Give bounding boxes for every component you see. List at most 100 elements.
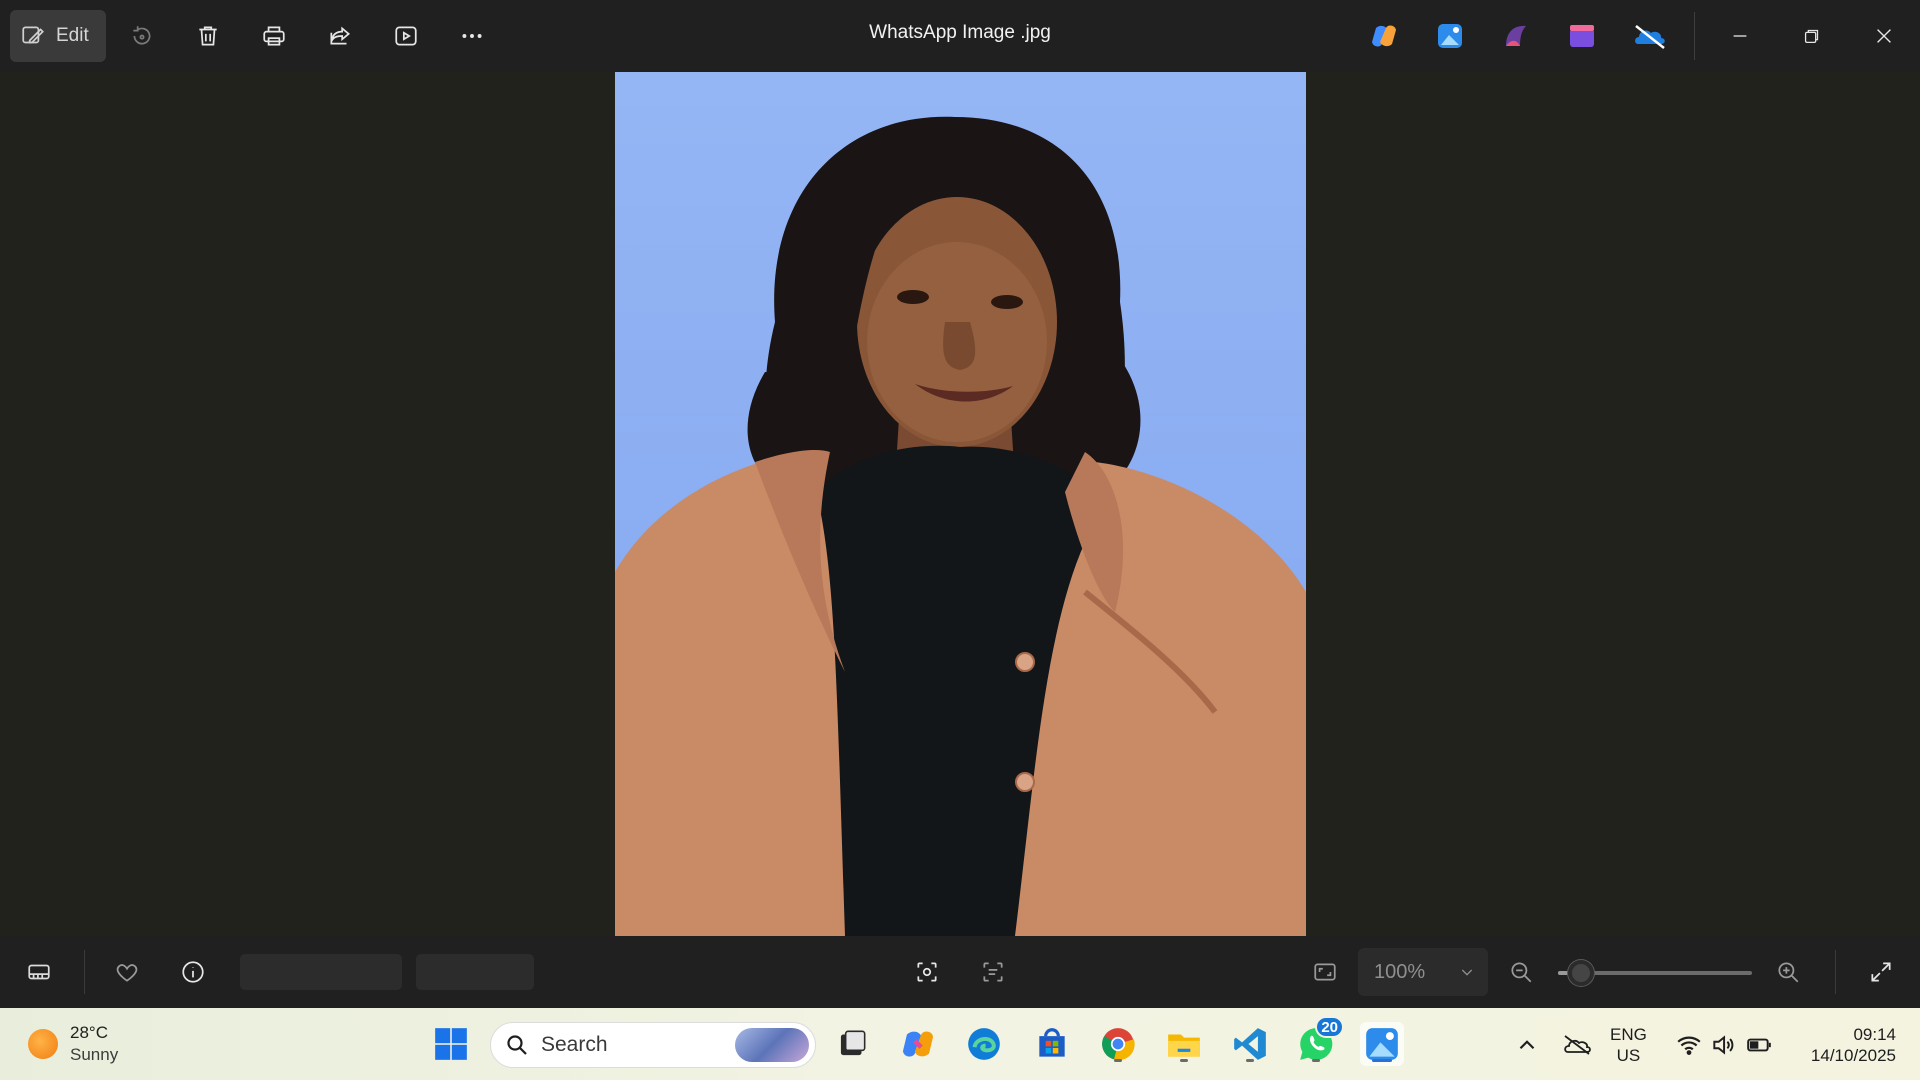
favorite-icon (116, 964, 138, 982)
zoom-slider-thumb[interactable] (1568, 960, 1595, 986)
filmstrip-button[interactable] (17, 950, 61, 994)
share-button[interactable] (318, 10, 362, 62)
running-indicator (1246, 1059, 1254, 1062)
volume-button[interactable] (1710, 1032, 1736, 1058)
minimize-icon (1733, 35, 1747, 37)
portrait-illustration (615, 116, 1306, 936)
input-language-indicator[interactable]: ENG US (1610, 1024, 1647, 1066)
battery-button[interactable] (1746, 1032, 1772, 1058)
info-button[interactable] (171, 950, 215, 994)
chrome-icon (1102, 1028, 1135, 1061)
fit-to-window-button[interactable] (1303, 950, 1347, 994)
more-icon (462, 34, 482, 38)
copilot-app-button[interactable] (1368, 20, 1400, 52)
notification-badge: 20 (1315, 1016, 1344, 1038)
weather-temperature: 28°C (70, 1023, 108, 1042)
onedrive-tray-button[interactable] (1562, 1032, 1592, 1058)
title-bar: Edit WhatsApp Image .jpg (0, 0, 1920, 72)
clock-time: 09:14 (1853, 1025, 1896, 1044)
running-indicator (1180, 1059, 1188, 1062)
edit-icon (22, 26, 44, 44)
visual-search-button[interactable] (905, 950, 949, 994)
zoom-out-button[interactable] (1499, 950, 1543, 994)
clock-date: 14/10/2025 (1810, 1046, 1896, 1065)
slideshow-button[interactable] (384, 10, 428, 62)
taskbar: 28°C Sunny Search 20 ENG US 09:14 14/10/… (0, 1008, 1920, 1080)
delete-button[interactable] (186, 10, 230, 62)
running-indicator (1114, 1059, 1122, 1062)
fullscreen-button[interactable] (1859, 950, 1903, 994)
search-icon (507, 1035, 527, 1055)
window-title: WhatsApp Image .jpg (869, 22, 1051, 43)
show-hidden-icons-button[interactable] (1514, 1032, 1540, 1058)
slideshow-icon (395, 26, 417, 46)
photos-icon (1438, 24, 1462, 48)
rotate-button[interactable] (120, 10, 164, 62)
store-button[interactable] (1030, 1022, 1074, 1066)
onedrive-icon (1635, 25, 1665, 49)
edge-icon (968, 1028, 1000, 1060)
print-button[interactable] (252, 10, 296, 62)
volume-icon (1713, 1035, 1734, 1055)
taskbar-search[interactable]: Search (490, 1022, 816, 1068)
placeholder-pill (416, 954, 534, 990)
favorite-button[interactable] (105, 950, 149, 994)
vscode-icon (1234, 1028, 1266, 1060)
whatsapp-button[interactable]: 20 (1294, 1016, 1344, 1066)
zoom-level-select[interactable]: 100% (1358, 948, 1488, 996)
zoom-in-button[interactable] (1766, 950, 1810, 994)
start-icon (435, 1028, 467, 1060)
text-scan-icon (983, 962, 1003, 982)
zoom-slider[interactable] (1558, 960, 1752, 986)
photos-taskbar-button[interactable] (1360, 1022, 1404, 1066)
bottom-toolbar: 100% (0, 936, 1920, 1008)
portrait-photo (615, 72, 1306, 936)
fullscreen-icon (1871, 962, 1891, 982)
active-indicator (1372, 1059, 1392, 1062)
photos-app-button[interactable] (1434, 20, 1466, 52)
copilot-icon (902, 1031, 934, 1057)
search-placeholder: Search (541, 1033, 608, 1056)
onedrive-app-button[interactable] (1632, 20, 1668, 52)
wifi-icon (1677, 1036, 1701, 1055)
delete-icon (199, 26, 217, 46)
edge-button[interactable] (962, 1022, 1006, 1066)
zoom-level-value: 100% (1374, 960, 1426, 983)
share-icon (330, 26, 351, 45)
copilot-taskbar-button[interactable] (896, 1022, 940, 1066)
vscode-button[interactable] (1228, 1022, 1272, 1066)
image-canvas[interactable] (0, 72, 1920, 936)
minimize-button[interactable] (1710, 10, 1770, 62)
language-code: ENG (1610, 1025, 1647, 1044)
edit-label: Edit (56, 25, 89, 46)
filmstrip-icon (28, 964, 50, 980)
file-explorer-button[interactable] (1162, 1022, 1206, 1066)
more-button[interactable] (450, 10, 494, 62)
text-scan-button[interactable] (971, 950, 1015, 994)
close-button[interactable] (1854, 10, 1914, 62)
video-editor-app-button[interactable] (1566, 20, 1598, 52)
chrome-button[interactable] (1096, 1022, 1140, 1066)
copilot-icon (1372, 25, 1396, 47)
system-clock[interactable]: 09:14 14/10/2025 (1790, 1024, 1896, 1066)
network-button[interactable] (1676, 1032, 1702, 1058)
clipchamp-icon (1506, 25, 1526, 46)
file-explorer-icon (1168, 1034, 1200, 1057)
battery-icon (1747, 1038, 1771, 1052)
restore-button[interactable] (1782, 10, 1842, 62)
clipchamp-app-button[interactable] (1500, 20, 1532, 52)
rotate-icon (133, 26, 151, 45)
sun-icon (28, 1029, 58, 1059)
task-view-icon (840, 1030, 866, 1056)
chevron-up-icon (1519, 1040, 1535, 1050)
edit-button[interactable]: Edit (10, 10, 106, 62)
start-button[interactable] (429, 1022, 473, 1066)
onedrive-tray-icon (1564, 1035, 1591, 1055)
title-separator (1694, 12, 1695, 60)
zoom-in-icon (1778, 962, 1799, 983)
task-view-button[interactable] (830, 1022, 874, 1066)
weather-widget[interactable]: 28°C Sunny (28, 1022, 118, 1066)
store-icon (1039, 1028, 1065, 1057)
restore-icon (1804, 29, 1819, 44)
chevron-down-icon (1462, 969, 1473, 976)
